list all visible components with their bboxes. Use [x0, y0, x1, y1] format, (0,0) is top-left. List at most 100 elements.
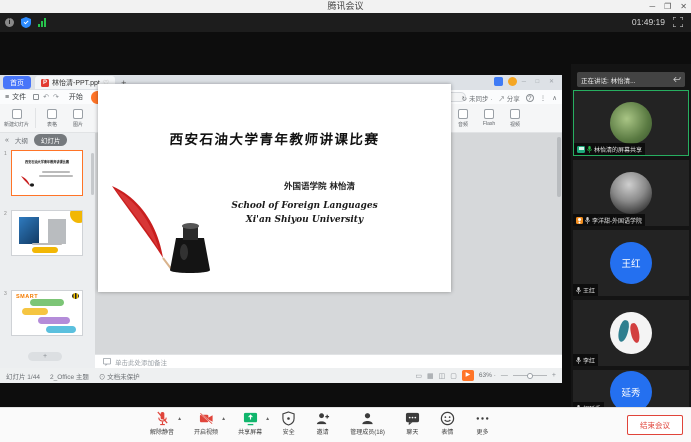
panel-scrollbar[interactable] [91, 153, 94, 195]
wps-document-tab-label: 林怡清-PPT.ppt [52, 78, 100, 88]
doc-protect-status[interactable]: ⊙ 文档未保护 [99, 371, 140, 381]
tab-slides-view[interactable]: 幻灯片 [34, 134, 68, 146]
window-titlebar: 腾讯会议 ─ ❐ ✕ [0, 0, 691, 13]
sync-label: 未同步 [469, 96, 489, 103]
manage-members-button[interactable]: 管理成员(18) [350, 411, 385, 436]
participant-name: 林怡清的屏幕共享 [594, 145, 642, 154]
ribbon-audio[interactable]: 音频 [453, 109, 473, 128]
reading-view-icon[interactable]: ◫ [439, 372, 446, 380]
wps-home-button[interactable]: 首页 [3, 76, 31, 89]
unmute-button[interactable]: 解除静音 ▲ [150, 411, 174, 436]
notes-view-icon[interactable]: ▢ [450, 372, 457, 380]
share-options-caret[interactable]: ▲ [265, 416, 270, 422]
thumb1-title: 西安石油大学青年教师讲课比赛 [16, 160, 79, 165]
speaking-text: 正在讲话: 林怡清... [581, 75, 636, 85]
security-shield-icon[interactable] [21, 17, 31, 28]
slide-byline: 外国语学院 林怡清 [188, 180, 451, 192]
ribbon-video[interactable]: 视频 [505, 109, 525, 128]
minimize-button[interactable]: ─ [649, 0, 655, 13]
slide-page-indicator: 幻灯片 1/44 [6, 371, 40, 381]
window-title: 腾讯会议 [327, 1, 363, 11]
slide-thumbnail-2[interactable] [11, 210, 83, 256]
participant-tile-wanghong[interactable]: 王红 王红 [573, 230, 689, 296]
close-button[interactable]: ✕ [680, 0, 687, 13]
canvas-scrollbar[interactable] [557, 137, 561, 197]
avatar: 王红 [610, 242, 652, 284]
add-slide-button[interactable]: + [28, 352, 62, 361]
fullscreen-icon[interactable] [673, 17, 683, 27]
shared-screen-stage: 首页 P 林怡清-PPT.ppt ♡ + ─ □ ✕ ≡ 文件 ↶ ↷ [0, 32, 691, 407]
thumb2-decor [32, 247, 58, 253]
zoom-in-button[interactable]: + [552, 372, 556, 379]
share-screen-button[interactable]: 共享屏幕 ▲ [238, 411, 262, 436]
start-video-button[interactable]: 开启视频 ▲ [194, 411, 218, 436]
emoji-button[interactable]: 表情 [440, 411, 455, 436]
mic-icon [576, 287, 581, 294]
mic-options-caret[interactable]: ▲ [177, 416, 182, 422]
save-icon[interactable] [33, 94, 39, 100]
zoom-level[interactable]: 63% · [479, 372, 496, 379]
avatar-initials: 王红 [621, 256, 640, 270]
video-options-caret[interactable]: ▲ [221, 416, 226, 422]
maximize-button[interactable]: ❐ [664, 0, 671, 13]
panel-collapse-icon[interactable]: « [5, 137, 9, 144]
participant-tile-lihong[interactable]: 李红 [573, 300, 689, 366]
mic-on-icon [587, 146, 592, 153]
invite-button[interactable]: 邀请 [315, 411, 330, 436]
wps-user-avatar[interactable] [508, 77, 517, 86]
ribbon-picture[interactable]: 图片 [68, 109, 88, 128]
redo-icon[interactable]: ↷ [53, 93, 59, 101]
ribbon-new-slide[interactable]: 新建幻灯片 [4, 109, 29, 128]
security-button[interactable]: 安全 [282, 411, 295, 436]
ribbon-flash[interactable]: Flash [479, 109, 499, 127]
help-icon[interactable]: ? [526, 94, 534, 102]
muted-mic-icon [156, 411, 169, 426]
banner-return-arrow-icon[interactable] [673, 76, 681, 83]
share-doc-button[interactable]: ↗ 分享 [498, 93, 519, 103]
mic-icon [585, 217, 590, 224]
participant-name: 李红 [583, 356, 595, 365]
network-signal-icon [38, 18, 46, 27]
more-button[interactable]: 更多 [475, 411, 490, 436]
overflow-menu-icon[interactable]: ⋮ [540, 94, 547, 102]
participant-tile-linyiqing-share[interactable]: 林怡清的屏幕共享 [573, 90, 689, 156]
sync-status[interactable]: ↻ 未同步 · [462, 93, 493, 103]
wps-message-icon[interactable] [494, 77, 503, 86]
slide-number: 3 [4, 290, 9, 336]
meeting-timer: 01:49:19 [632, 17, 665, 27]
meeting-info-icon[interactable]: i [5, 18, 14, 27]
avatar [610, 102, 652, 144]
wps-window-controls[interactable]: ─ □ ✕ [522, 78, 558, 85]
zoom-slider-knob[interactable] [527, 373, 533, 379]
zoom-slider[interactable] [513, 375, 547, 376]
slide-number: 2 [4, 210, 9, 256]
slide-thumbnail-1[interactable]: 西安石油大学青年教师讲课比赛 [11, 150, 83, 196]
avatar [610, 312, 652, 354]
notes-bar[interactable]: 单击此处添加备注 [95, 354, 562, 368]
wps-presentation-window: 首页 P 林怡清-PPT.ppt ♡ + ─ □ ✕ ≡ 文件 ↶ ↷ [0, 75, 562, 383]
wps-file-menu[interactable]: ≡ 文件 [5, 92, 26, 102]
notes-icon [103, 358, 111, 366]
end-meeting-button[interactable]: 结束会议 [627, 415, 683, 435]
undo-icon[interactable]: ↶ [43, 93, 49, 101]
camera-off-icon [199, 411, 214, 426]
ppt-file-icon: P [41, 79, 49, 87]
collapse-ribbon-icon[interactable]: ∧ [552, 94, 557, 102]
hamburger-icon: ≡ [5, 94, 9, 101]
slide-sorter-icon[interactable]: ▦ [427, 372, 434, 380]
zoom-out-button[interactable]: — [501, 372, 508, 379]
meeting-control-bar: 解除静音 ▲ 开启视频 ▲ 共享屏幕 ▲ [0, 407, 691, 442]
slide-thumbnail-3[interactable]: SMART [11, 290, 83, 336]
current-slide[interactable]: 西安石油大学青年教师讲课比赛 外国语学院 林怡清 School of Forei… [98, 84, 451, 292]
share-doc-label: 分享 [507, 96, 520, 103]
play-slideshow-button[interactable]: ▶ [462, 370, 474, 381]
chat-button[interactable]: 聊天 [405, 411, 420, 436]
chat-bubble-icon [405, 411, 420, 426]
participant-tile-liyangtian[interactable]: 李洋甜-外国语学院 [573, 160, 689, 226]
normal-view-icon[interactable]: ▭ [415, 372, 422, 380]
ribbon-table[interactable]: 表格 [42, 109, 62, 128]
more-dots-icon [475, 411, 490, 426]
tab-outline-view[interactable]: 大纲 [15, 135, 28, 145]
wps-statusbar: 幻灯片 1/44 2_Office 主题 ⊙ 文档未保护 ▭ ▦ ◫ ▢ ▶ 6… [0, 368, 562, 383]
tab-start[interactable]: 开始 [69, 92, 83, 102]
